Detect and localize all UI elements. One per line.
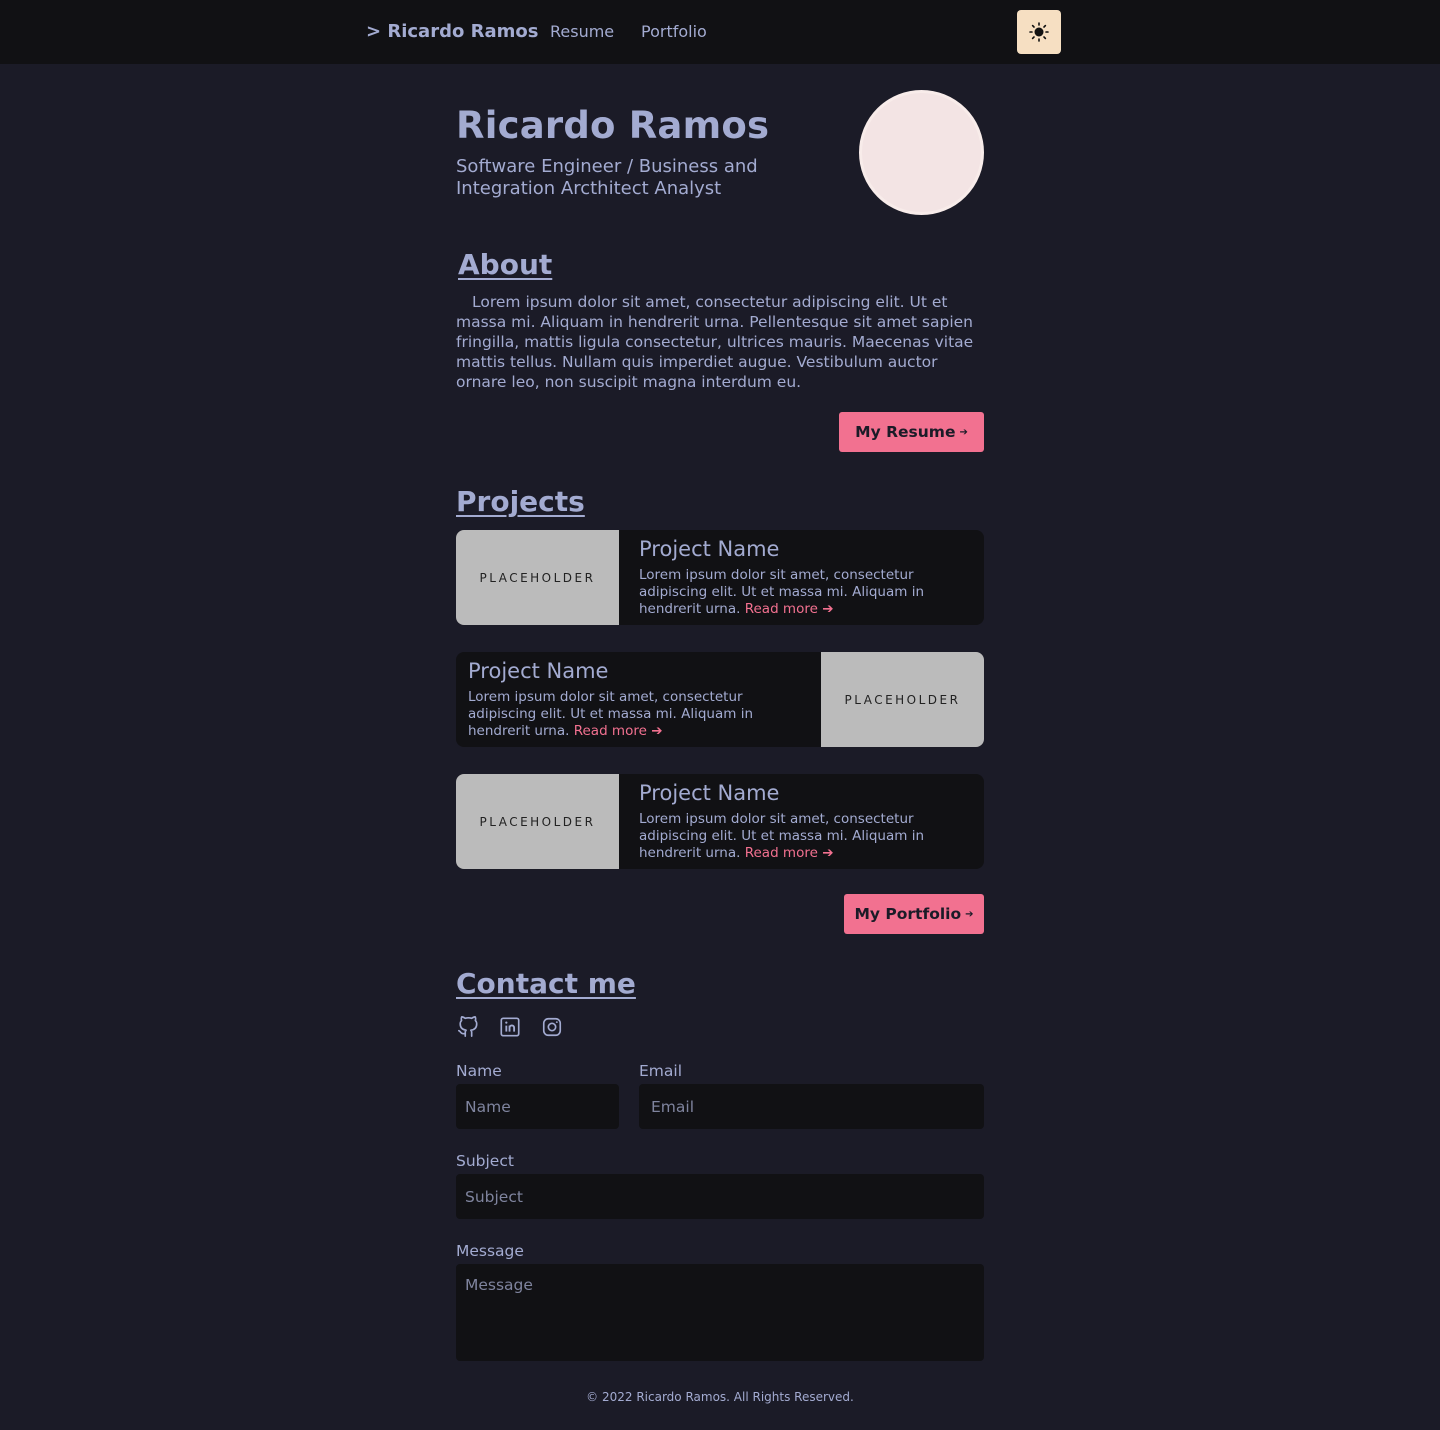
name-input[interactable] xyxy=(456,1084,619,1129)
project-title: Project Name xyxy=(639,781,780,805)
hero-subtitle: Software Engineer / Business and Integra… xyxy=(456,156,758,199)
project-thumbnail: PLACEHOLDER xyxy=(821,652,984,747)
read-more-link[interactable]: Read more ➔ xyxy=(574,723,663,739)
read-more-link[interactable]: Read more ➔ xyxy=(745,845,834,861)
subject-input[interactable] xyxy=(456,1174,984,1219)
instagram-icon[interactable] xyxy=(541,1016,563,1038)
project-card[interactable]: PLACEHOLDER Project Name Lorem ipsum dol… xyxy=(456,530,984,625)
project-title: Project Name xyxy=(639,537,780,561)
project-card[interactable]: PLACEHOLDER Project Name Lorem ipsum dol… xyxy=(456,774,984,869)
message-textarea[interactable] xyxy=(456,1264,984,1361)
nav-portfolio-link[interactable]: Portfolio xyxy=(641,22,707,41)
linkedin-icon[interactable] xyxy=(499,1016,521,1038)
my-portfolio-label: My Portfolio xyxy=(854,905,962,923)
email-input[interactable] xyxy=(639,1084,984,1129)
subject-label: Subject xyxy=(456,1152,514,1170)
footer-copyright: © 2022 Ricardo Ramos. All Rights Reserve… xyxy=(586,1390,854,1404)
avatar xyxy=(859,90,984,215)
read-more-link[interactable]: Read more ➔ xyxy=(745,601,834,617)
about-title: About xyxy=(458,248,553,281)
brand-link[interactable]: > Ricardo Ramos xyxy=(366,21,538,42)
nav-resume-link[interactable]: Resume xyxy=(550,22,614,41)
project-thumbnail: PLACEHOLDER xyxy=(456,774,619,869)
project-description: Lorem ipsum dolor sit amet, consectetur … xyxy=(468,689,753,739)
project-card[interactable]: Project Name Lorem ipsum dolor sit amet,… xyxy=(456,652,984,747)
sun-icon xyxy=(1029,22,1049,42)
about-text: Lorem ipsum dolor sit amet, consectetur … xyxy=(456,293,974,391)
my-portfolio-button[interactable]: My Portfolio ➔ xyxy=(844,894,984,934)
project-title: Project Name xyxy=(468,659,609,683)
github-icon[interactable] xyxy=(457,1016,479,1038)
contact-title: Contact me xyxy=(456,967,636,1000)
my-resume-button[interactable]: My Resume ➔ xyxy=(839,412,984,452)
message-label: Message xyxy=(456,1242,524,1260)
project-thumbnail: PLACEHOLDER xyxy=(456,530,619,625)
email-label: Email xyxy=(639,1062,683,1080)
top-navbar xyxy=(0,0,1440,64)
theme-toggle-button[interactable] xyxy=(1017,10,1061,54)
my-resume-label: My Resume xyxy=(855,423,956,441)
name-label: Name xyxy=(456,1062,502,1080)
project-description: Lorem ipsum dolor sit amet, consectetur … xyxy=(639,811,924,861)
project-description: Lorem ipsum dolor sit amet, consectetur … xyxy=(639,567,924,617)
arrow-icon: ➔ xyxy=(965,908,974,920)
arrow-icon: ➔ xyxy=(959,426,968,438)
projects-title: Projects xyxy=(456,485,585,518)
hero-name: Ricardo Ramos xyxy=(456,104,770,147)
